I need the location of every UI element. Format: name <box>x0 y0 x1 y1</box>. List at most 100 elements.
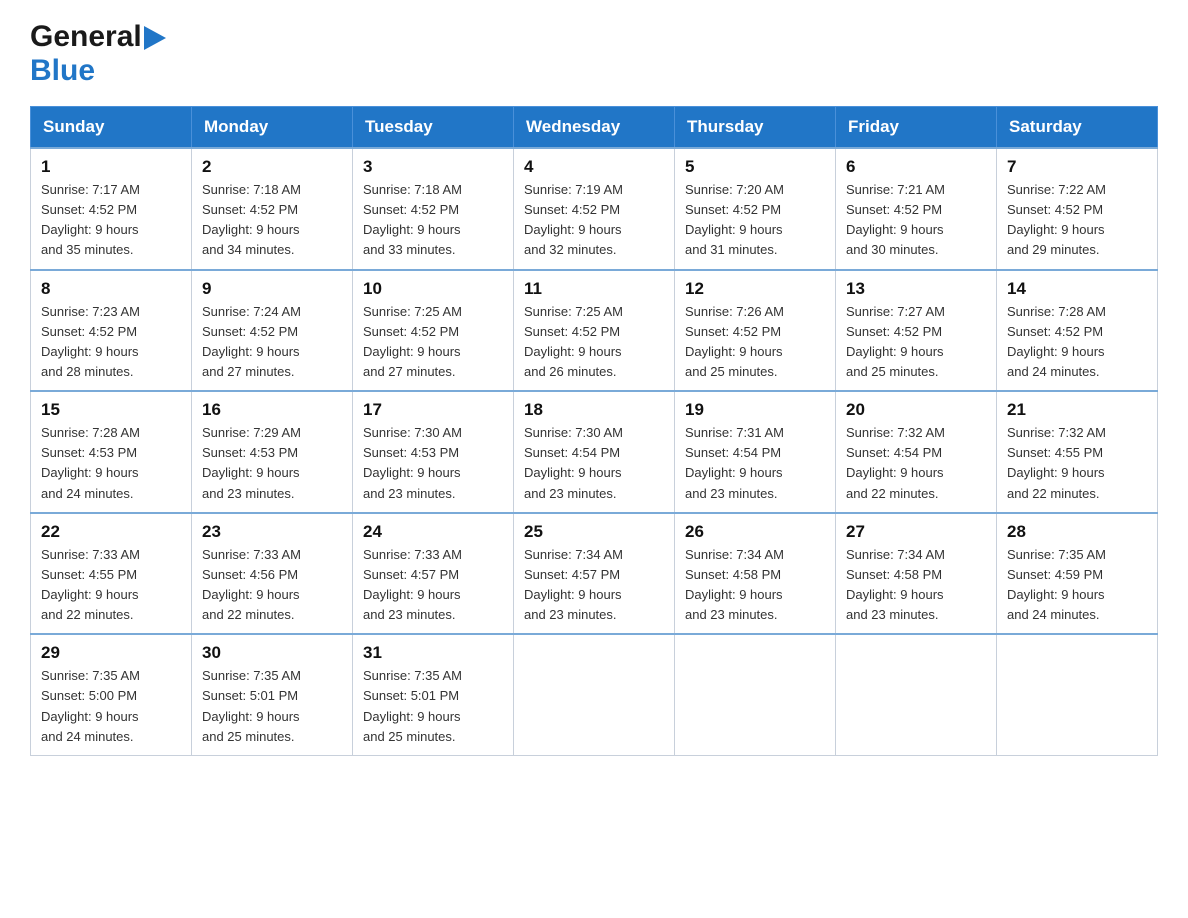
calendar-cell: 27 Sunrise: 7:34 AMSunset: 4:58 PMDayligh… <box>836 513 997 635</box>
calendar-cell: 28Sunrise: 7:35 AMSunset: 4:59 PMDayligh… <box>997 513 1158 635</box>
calendar-week-row: 8 Sunrise: 7:23 AMSunset: 4:52 PMDaylight… <box>31 270 1158 392</box>
day-number: 24 <box>363 522 503 542</box>
day-info: Sunrise: 7:32 AMSunset: 4:54 PMDaylight:… <box>846 423 986 504</box>
day-number: 13 <box>846 279 986 299</box>
day-number: 8 <box>41 279 181 299</box>
day-info: Sunrise: 7:19 AMSunset: 4:52 PMDaylight:… <box>524 180 664 261</box>
day-number: 31 <box>363 643 503 663</box>
day-info: Sunrise: 7:26 AMSunset: 4:52 PMDaylight:… <box>685 302 825 383</box>
day-info: Sunrise: 7:21 AMSunset: 4:52 PMDaylight:… <box>846 180 986 261</box>
day-number: 4 <box>524 157 664 177</box>
day-info: Sunrise: 7:28 AMSunset: 4:53 PMDaylight:… <box>41 423 181 504</box>
calendar-cell: 11Sunrise: 7:25 AMSunset: 4:52 PMDayligh… <box>514 270 675 392</box>
calendar-cell: 14Sunrise: 7:28 AMSunset: 4:52 PMDayligh… <box>997 270 1158 392</box>
calendar-cell: 8 Sunrise: 7:23 AMSunset: 4:52 PMDaylight… <box>31 270 192 392</box>
day-info: Sunrise: 7:24 AMSunset: 4:52 PMDaylight:… <box>202 302 342 383</box>
weekday-header-wednesday: Wednesday <box>514 107 675 149</box>
day-info: Sunrise: 7:17 AMSunset: 4:52 PMDaylight:… <box>41 180 181 261</box>
day-number: 26 <box>685 522 825 542</box>
day-info: Sunrise: 7:35 AMSunset: 5:01 PMDaylight:… <box>363 666 503 747</box>
calendar-body: 1 Sunrise: 7:17 AMSunset: 4:52 PMDaylight… <box>31 148 1158 755</box>
day-number: 19 <box>685 400 825 420</box>
calendar-cell: 15Sunrise: 7:28 AMSunset: 4:53 PMDayligh… <box>31 391 192 513</box>
weekday-header-friday: Friday <box>836 107 997 149</box>
day-info: Sunrise: 7:18 AMSunset: 4:52 PMDaylight:… <box>202 180 342 261</box>
calendar-cell: 6 Sunrise: 7:21 AMSunset: 4:52 PMDaylight… <box>836 148 997 270</box>
weekday-header-monday: Monday <box>192 107 353 149</box>
calendar-cell: 13Sunrise: 7:27 AMSunset: 4:52 PMDayligh… <box>836 270 997 392</box>
day-info: Sunrise: 7:28 AMSunset: 4:52 PMDaylight:… <box>1007 302 1147 383</box>
calendar-cell: 18 Sunrise: 7:30 AMSunset: 4:54 PMDayligh… <box>514 391 675 513</box>
calendar-cell: 3Sunrise: 7:18 AMSunset: 4:52 PMDaylight… <box>353 148 514 270</box>
day-info: Sunrise: 7:35 AMSunset: 5:00 PMDaylight:… <box>41 666 181 747</box>
day-number: 25 <box>524 522 664 542</box>
day-info: Sunrise: 7:29 AMSunset: 4:53 PMDaylight:… <box>202 423 342 504</box>
calendar-cell: 2 Sunrise: 7:18 AMSunset: 4:52 PMDaylight… <box>192 148 353 270</box>
calendar-cell <box>514 634 675 755</box>
day-number: 10 <box>363 279 503 299</box>
day-number: 9 <box>202 279 342 299</box>
day-number: 18 <box>524 400 664 420</box>
calendar-cell: 25 Sunrise: 7:34 AMSunset: 4:57 PMDayligh… <box>514 513 675 635</box>
calendar-week-row: 15Sunrise: 7:28 AMSunset: 4:53 PMDayligh… <box>31 391 1158 513</box>
calendar-cell <box>675 634 836 755</box>
weekday-header-tuesday: Tuesday <box>353 107 514 149</box>
day-info: Sunrise: 7:20 AMSunset: 4:52 PMDaylight:… <box>685 180 825 261</box>
day-info: Sunrise: 7:34 AMSunset: 4:57 PMDaylight:… <box>524 545 664 626</box>
calendar-cell: 24 Sunrise: 7:33 AMSunset: 4:57 PMDayligh… <box>353 513 514 635</box>
day-info: Sunrise: 7:23 AMSunset: 4:52 PMDaylight:… <box>41 302 181 383</box>
day-number: 27 <box>846 522 986 542</box>
calendar-table: SundayMondayTuesdayWednesdayThursdayFrid… <box>30 106 1158 756</box>
calendar-cell: 30 Sunrise: 7:35 AMSunset: 5:01 PMDayligh… <box>192 634 353 755</box>
day-number: 6 <box>846 157 986 177</box>
day-number: 12 <box>685 279 825 299</box>
calendar-cell: 17Sunrise: 7:30 AMSunset: 4:53 PMDayligh… <box>353 391 514 513</box>
logo-arrow-icon <box>144 26 166 50</box>
day-info: Sunrise: 7:34 AMSunset: 4:58 PMDaylight:… <box>685 545 825 626</box>
day-number: 2 <box>202 157 342 177</box>
day-number: 20 <box>846 400 986 420</box>
calendar-cell: 31 Sunrise: 7:35 AMSunset: 5:01 PMDayligh… <box>353 634 514 755</box>
day-number: 30 <box>202 643 342 663</box>
calendar-cell: 9 Sunrise: 7:24 AMSunset: 4:52 PMDaylight… <box>192 270 353 392</box>
day-info: Sunrise: 7:33 AMSunset: 4:57 PMDaylight:… <box>363 545 503 626</box>
day-info: Sunrise: 7:25 AMSunset: 4:52 PMDaylight:… <box>363 302 503 383</box>
weekday-header-sunday: Sunday <box>31 107 192 149</box>
logo: General Blue <box>30 20 166 88</box>
day-info: Sunrise: 7:22 AMSunset: 4:52 PMDaylight:… <box>1007 180 1147 261</box>
page-header: General Blue <box>30 20 1158 88</box>
day-info: Sunrise: 7:32 AMSunset: 4:55 PMDaylight:… <box>1007 423 1147 504</box>
weekday-header-saturday: Saturday <box>997 107 1158 149</box>
day-number: 17 <box>363 400 503 420</box>
day-info: Sunrise: 7:30 AMSunset: 4:54 PMDaylight:… <box>524 423 664 504</box>
calendar-cell: 7Sunrise: 7:22 AMSunset: 4:52 PMDaylight… <box>997 148 1158 270</box>
calendar-cell: 12 Sunrise: 7:26 AMSunset: 4:52 PMDayligh… <box>675 270 836 392</box>
calendar-cell: 16Sunrise: 7:29 AMSunset: 4:53 PMDayligh… <box>192 391 353 513</box>
calendar-cell: 1 Sunrise: 7:17 AMSunset: 4:52 PMDaylight… <box>31 148 192 270</box>
logo-general: General <box>30 20 142 54</box>
calendar-week-row: 22Sunrise: 7:33 AMSunset: 4:55 PMDayligh… <box>31 513 1158 635</box>
day-number: 23 <box>202 522 342 542</box>
day-number: 28 <box>1007 522 1147 542</box>
calendar-cell <box>997 634 1158 755</box>
calendar-cell <box>836 634 997 755</box>
calendar-header-row: SundayMondayTuesdayWednesdayThursdayFrid… <box>31 107 1158 149</box>
logo-blue: Blue <box>30 54 95 87</box>
day-number: 22 <box>41 522 181 542</box>
calendar-cell: 19Sunrise: 7:31 AMSunset: 4:54 PMDayligh… <box>675 391 836 513</box>
day-number: 21 <box>1007 400 1147 420</box>
calendar-cell: 10 Sunrise: 7:25 AMSunset: 4:52 PMDayligh… <box>353 270 514 392</box>
day-number: 5 <box>685 157 825 177</box>
calendar-week-row: 29Sunrise: 7:35 AMSunset: 5:00 PMDayligh… <box>31 634 1158 755</box>
day-number: 11 <box>524 279 664 299</box>
day-info: Sunrise: 7:33 AMSunset: 4:56 PMDaylight:… <box>202 545 342 626</box>
day-info: Sunrise: 7:35 AMSunset: 5:01 PMDaylight:… <box>202 666 342 747</box>
calendar-cell: 23 Sunrise: 7:33 AMSunset: 4:56 PMDayligh… <box>192 513 353 635</box>
calendar-cell: 21 Sunrise: 7:32 AMSunset: 4:55 PMDayligh… <box>997 391 1158 513</box>
day-number: 1 <box>41 157 181 177</box>
calendar-cell: 22Sunrise: 7:33 AMSunset: 4:55 PMDayligh… <box>31 513 192 635</box>
calendar-cell: 4 Sunrise: 7:19 AMSunset: 4:52 PMDaylight… <box>514 148 675 270</box>
day-number: 3 <box>363 157 503 177</box>
day-info: Sunrise: 7:34 AMSunset: 4:58 PMDaylight:… <box>846 545 986 626</box>
calendar-cell: 26 Sunrise: 7:34 AMSunset: 4:58 PMDayligh… <box>675 513 836 635</box>
